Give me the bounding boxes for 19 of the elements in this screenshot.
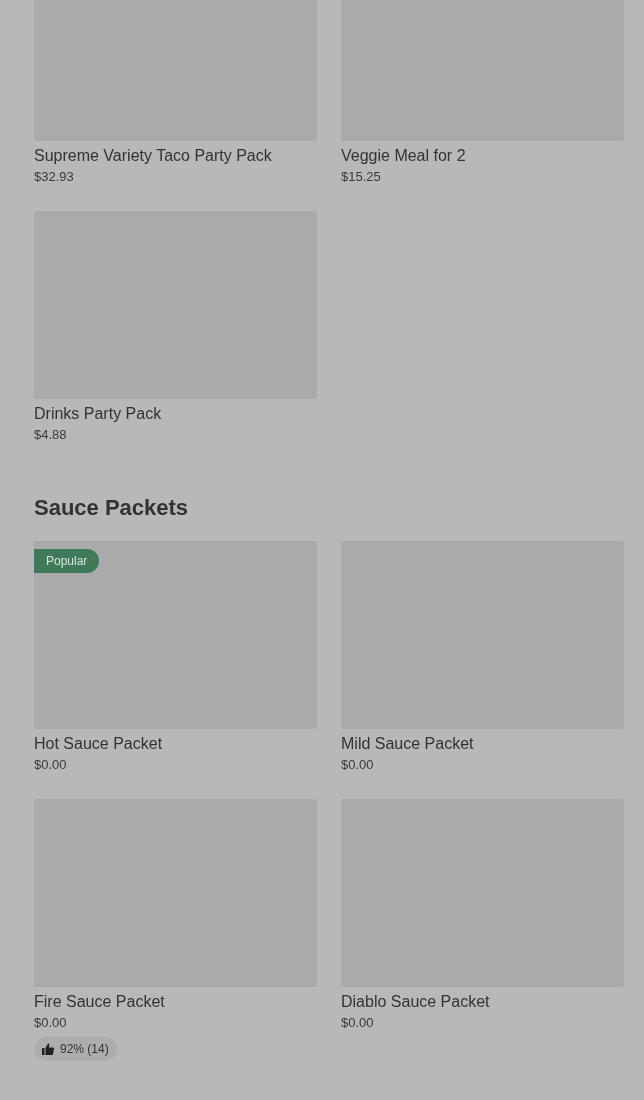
item-price: $15.25 [341,168,382,186]
item-price: $32.93 [34,168,75,186]
image-placeholder[interactable]: Popular [34,541,317,729]
item-name: Hot Sauce Packet [34,734,164,754]
item-price: $0.00 [341,1014,375,1032]
thumbs-up-icon [42,1043,54,1055]
item-price: $0.00 [34,756,68,774]
item-name: Mild Sauce Packet [341,734,475,754]
item-name: Drinks Party Pack [34,404,163,424]
item-name: Veggie Meal for 2 [341,146,467,166]
item-name: Diablo Sauce Packet [341,992,491,1012]
item-price: $4.88 [34,426,68,444]
item-price: $0.00 [34,1014,68,1032]
item-price: $0.00 [341,756,375,774]
item-name: Supreme Variety Taco Party Pack [34,146,273,166]
section-heading: Sauce Packets [34,494,190,522]
popular-badge: Popular [34,549,100,573]
item-name: Fire Sauce Packet [34,992,166,1012]
rating-badge: 92% (14) [34,1037,117,1061]
